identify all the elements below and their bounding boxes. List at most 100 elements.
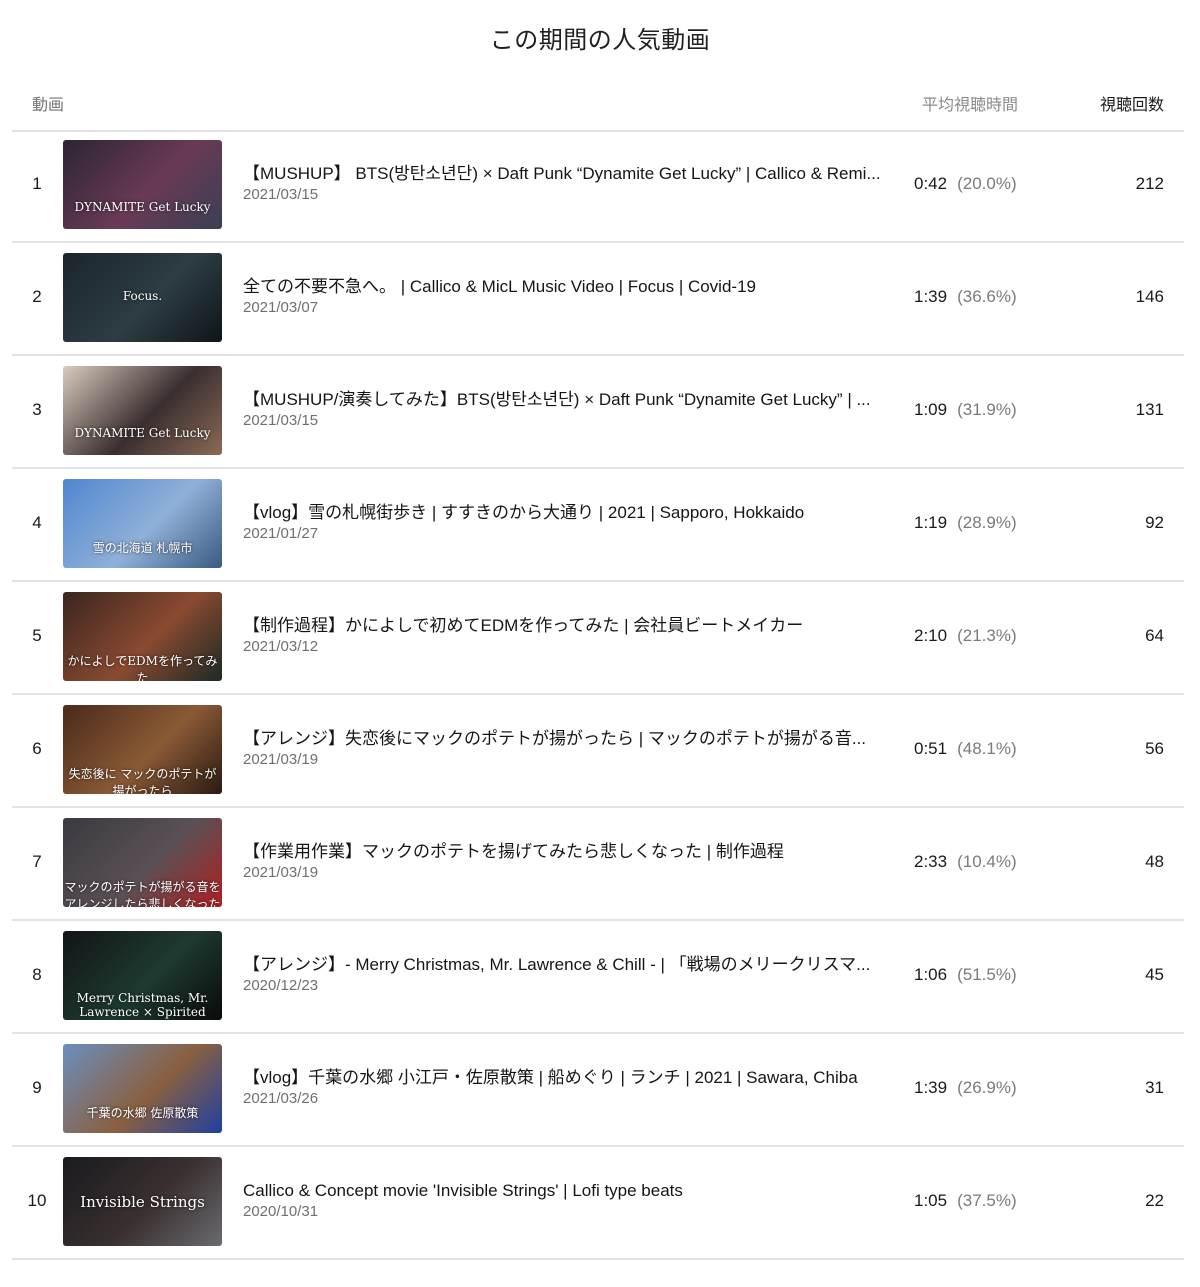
video-info: 【アレンジ】失恋後にマックのポテトが揚がったら | マックのポテトが揚がる音..… [243, 728, 883, 770]
duration-value: 1:39 [914, 287, 948, 306]
table-row[interactable]: 10 Invisible Strings Callico & Concept m… [12, 1147, 1184, 1260]
video-info: 【アレンジ】- Merry Christmas, Mr. Lawrence & … [243, 954, 883, 996]
video-title[interactable]: 【アレンジ】失恋後にマックのポテトが揚がったら | マックのポテトが揚がる音..… [243, 728, 883, 750]
thumbnail-caption: DYNAMITE Get Lucky [74, 200, 211, 214]
table-row[interactable]: 9 千葉の水郷 佐原散策 【vlog】千葉の水郷 小江戸・佐原散策 | 船めぐり… [12, 1034, 1184, 1147]
video-info: Callico & Concept movie 'Invisible Strin… [243, 1180, 883, 1222]
video-title[interactable]: Callico & Concept movie 'Invisible Strin… [243, 1180, 883, 1202]
table-row[interactable]: 4 雪の北海道 札幌市 【vlog】雪の札幌街歩き | すすきのから大通り | … [12, 469, 1184, 582]
video-info: 【作業用作業】マックのポテトを揚げてみたら悲しくなった | 制作過程 2021/… [243, 841, 883, 883]
view-count: 64 [1145, 626, 1164, 645]
duration-value: 2:33 [914, 852, 948, 871]
avg-view-duration: 1:39 (36.6%) [914, 287, 1017, 307]
video-thumbnail[interactable]: DYNAMITE Get Lucky [63, 140, 222, 229]
rank-number: 1 [32, 174, 42, 193]
video-title[interactable]: 【MUSHUP/演奏してみた】BTS(방탄소년단) × Daft Punk “D… [243, 389, 883, 411]
video-info: 【MUSHUP/演奏してみた】BTS(방탄소년단) × Daft Punk “D… [243, 389, 883, 431]
video-title[interactable]: 【アレンジ】- Merry Christmas, Mr. Lawrence & … [243, 954, 883, 976]
column-header-avg-view-duration[interactable]: 平均視聴時間 [922, 91, 1018, 115]
publish-date: 2021/03/12 [243, 638, 319, 655]
table-row[interactable]: 1 DYNAMITE Get Lucky 【MUSHUP】 BTS(방탄소년단)… [12, 130, 1184, 243]
view-count: 31 [1145, 1078, 1164, 1097]
avg-view-duration: 0:42 (20.0%) [914, 174, 1017, 194]
thumbnail-caption: 千葉の水郷 佐原散策 [86, 1106, 199, 1120]
video-title[interactable]: 【vlog】千葉の水郷 小江戸・佐原散策 | 船めぐり | ランチ | 2021… [243, 1067, 883, 1089]
video-thumbnail[interactable]: Focus. [63, 253, 222, 342]
video-thumbnail[interactable]: 失恋後に マックのポテトが揚がったら [63, 705, 222, 794]
video-title[interactable]: 【制作過程】かによしで初めてEDMを作ってみた | 会社員ビートメイカー [243, 615, 883, 637]
view-count: 92 [1145, 513, 1164, 532]
video-title[interactable]: 【MUSHUP】 BTS(방탄소년단) × Daft Punk “Dynamit… [243, 163, 883, 185]
duration-percent: (37.5%) [957, 1191, 1017, 1210]
avg-view-duration: 1:09 (31.9%) [914, 400, 1017, 420]
rank-number: 9 [32, 1078, 42, 1097]
duration-percent: (21.3%) [957, 626, 1017, 645]
video-thumbnail[interactable]: DYNAMITE Get Lucky [63, 366, 222, 455]
duration-value: 2:10 [914, 626, 948, 645]
publish-date: 2021/03/19 [243, 864, 319, 881]
thumbnail-caption: かによしでEDMを作ってみた [67, 654, 218, 681]
video-thumbnail[interactable]: マックのポテトが揚がる音を アレンジしたら悲しくなった [63, 818, 222, 907]
view-count: 146 [1135, 287, 1164, 306]
duration-percent: (10.4%) [957, 852, 1017, 871]
duration-percent: (26.9%) [957, 1078, 1017, 1097]
table-row[interactable]: 6 失恋後に マックのポテトが揚がったら 【アレンジ】失恋後にマックのポテトが揚… [12, 695, 1184, 808]
thumbnail-caption: DYNAMITE Get Lucky [74, 426, 211, 440]
duration-percent: (20.0%) [957, 174, 1017, 193]
duration-percent: (51.5%) [957, 965, 1017, 984]
video-info: 【制作過程】かによしで初めてEDMを作ってみた | 会社員ビートメイカー 202… [243, 615, 883, 657]
duration-percent: (36.6%) [957, 287, 1017, 306]
video-thumbnail[interactable]: 雪の北海道 札幌市 [63, 479, 222, 568]
video-thumbnail[interactable]: Merry Christmas, Mr. Lawrence × Spirited… [63, 931, 222, 1020]
rank-number: 6 [32, 739, 42, 758]
thumbnail-caption: Focus. [122, 289, 163, 303]
table-row[interactable]: 8 Merry Christmas, Mr. Lawrence × Spirit… [12, 921, 1184, 1034]
duration-percent: (48.1%) [957, 739, 1017, 758]
avg-view-duration: 0:51 (48.1%) [914, 739, 1017, 759]
table-row[interactable]: 3 DYNAMITE Get Lucky 【MUSHUP/演奏してみた】BTS(… [12, 356, 1184, 469]
duration-value: 1:19 [914, 513, 948, 532]
view-count: 212 [1135, 174, 1164, 193]
duration-value: 0:51 [914, 739, 948, 758]
table-row[interactable]: 7 マックのポテトが揚がる音を アレンジしたら悲しくなった 【作業用作業】マック… [12, 808, 1184, 921]
video-info: 【vlog】雪の札幌街歩き | すすきのから大通り | 2021 | Sappo… [243, 502, 883, 544]
publish-date: 2021/03/15 [243, 412, 319, 429]
avg-view-duration: 1:39 (26.9%) [914, 1078, 1017, 1098]
duration-value: 1:09 [914, 400, 948, 419]
section-title: この期間の人気動画 [489, 27, 711, 54]
thumbnail-caption: Invisible Strings [80, 1193, 205, 1211]
video-thumbnail[interactable]: かによしでEDMを作ってみた [63, 592, 222, 681]
table-row[interactable]: 2 Focus. 全ての不要不急へ。 | Callico & MicL Musi… [12, 243, 1184, 356]
video-thumbnail[interactable]: 千葉の水郷 佐原散策 [63, 1044, 222, 1133]
rank-number: 3 [32, 400, 42, 419]
view-count: 48 [1145, 852, 1164, 871]
duration-value: 1:06 [914, 965, 948, 984]
duration-value: 1:05 [914, 1191, 948, 1210]
video-thumbnail[interactable]: Invisible Strings [63, 1157, 222, 1246]
rank-number: 4 [32, 513, 42, 532]
view-count: 56 [1145, 739, 1164, 758]
rank-number: 5 [32, 626, 42, 645]
video-info: 【MUSHUP】 BTS(방탄소년단) × Daft Punk “Dynamit… [243, 163, 883, 205]
avg-view-duration: 2:33 (10.4%) [914, 852, 1017, 872]
publish-date: 2020/10/31 [243, 1203, 319, 1220]
video-title[interactable]: 全ての不要不急へ。 | Callico & MicL Music Video |… [243, 276, 883, 298]
avg-view-duration: 1:05 (37.5%) [914, 1191, 1017, 1211]
avg-view-duration: 1:06 (51.5%) [914, 965, 1017, 985]
view-count: 131 [1135, 400, 1164, 419]
thumbnail-caption: 雪の北海道 札幌市 [92, 541, 193, 555]
table-row[interactable]: 5 かによしでEDMを作ってみた 【制作過程】かによしで初めてEDMを作ってみた… [12, 582, 1184, 695]
column-header-views[interactable]: 視聴回数 [1100, 91, 1164, 115]
video-title[interactable]: 【作業用作業】マックのポテトを揚げてみたら悲しくなった | 制作過程 [243, 841, 883, 863]
table-header: 動画 平均視聴時間 視聴回数 [12, 86, 1184, 132]
duration-value: 1:39 [914, 1078, 948, 1097]
video-list: 1 DYNAMITE Get Lucky 【MUSHUP】 BTS(방탄소년단)… [12, 130, 1184, 1260]
thumbnail-caption: マックのポテトが揚がる音を アレンジしたら悲しくなった [64, 880, 221, 907]
thumbnail-caption: 失恋後に マックのポテトが揚がったら [68, 767, 217, 794]
column-header-video[interactable]: 動画 [32, 91, 64, 115]
video-title[interactable]: 【vlog】雪の札幌街歩き | すすきのから大通り | 2021 | Sappo… [243, 502, 883, 524]
view-count: 45 [1145, 965, 1164, 984]
thumbnail-caption: Merry Christmas, Mr. Lawrence × Spirited… [76, 991, 209, 1020]
publish-date: 2020/12/23 [243, 977, 319, 994]
avg-view-duration: 2:10 (21.3%) [914, 626, 1017, 646]
